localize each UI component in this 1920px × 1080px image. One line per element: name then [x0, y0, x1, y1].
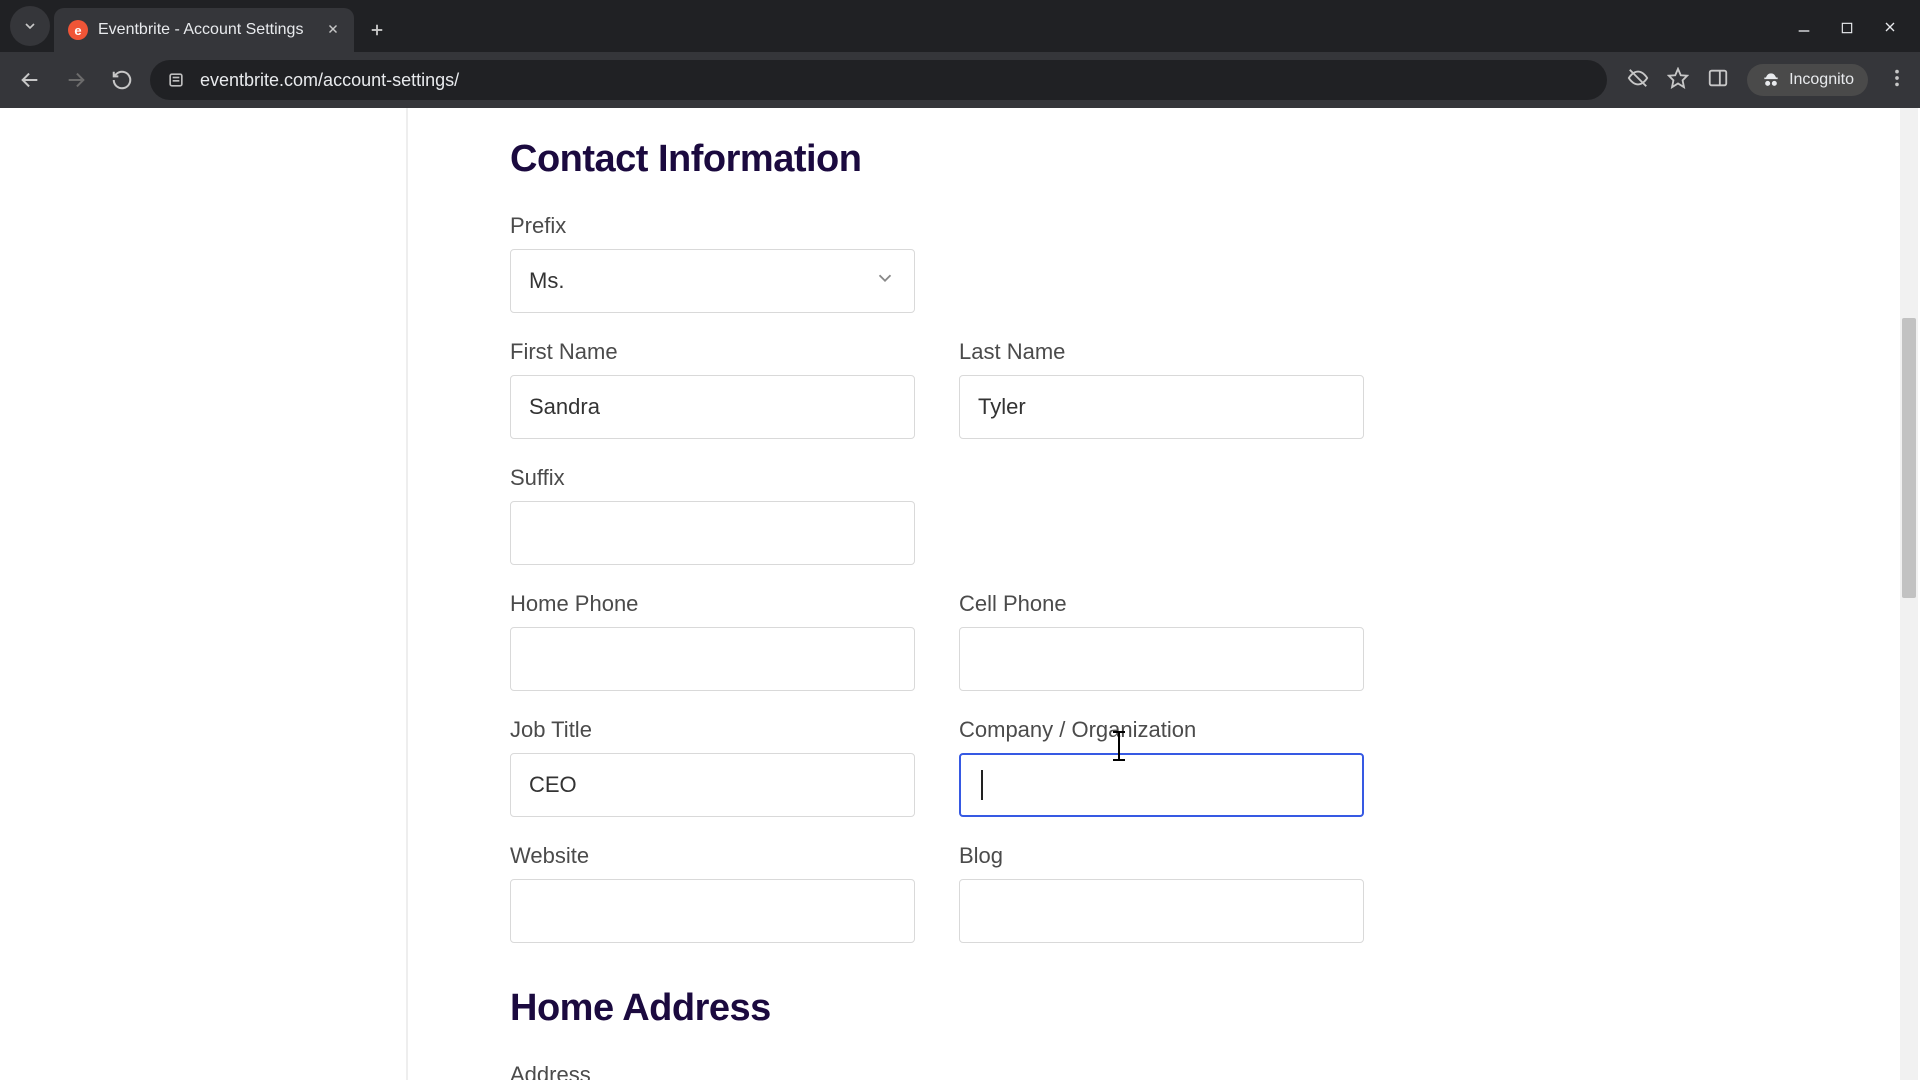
field-job-title: Job Title	[510, 703, 915, 817]
home-phone-input[interactable]	[510, 627, 915, 691]
blog-input[interactable]	[959, 879, 1364, 943]
arrow-right-icon	[65, 69, 87, 91]
toolbar-right: Incognito	[1617, 64, 1908, 96]
content: Contact Information Prefix Ms.	[510, 118, 1510, 1080]
page: Contact Information Prefix Ms.	[0, 108, 1920, 1080]
section-heading-address: Home Address	[510, 987, 1510, 1030]
tab-search-button[interactable]	[10, 6, 50, 46]
close-window-button[interactable]	[1882, 19, 1898, 40]
browser-tab[interactable]: e Eventbrite - Account Settings	[54, 8, 354, 52]
close-icon	[1882, 19, 1898, 35]
field-cell-phone: Cell Phone	[959, 577, 1364, 691]
label-website: Website	[510, 843, 915, 869]
last-name-input[interactable]	[959, 375, 1364, 439]
maximize-button[interactable]	[1840, 19, 1854, 40]
chevron-down-icon	[22, 18, 38, 34]
text-caret	[981, 770, 983, 800]
first-name-input[interactable]	[510, 375, 915, 439]
minimize-button[interactable]	[1796, 19, 1812, 40]
tracking-off-icon[interactable]	[1627, 67, 1649, 94]
address-bar: eventbrite.com/account-settings/ Incogni…	[0, 52, 1920, 108]
close-icon	[326, 22, 340, 36]
sidebar-rail	[0, 108, 408, 1080]
side-panel-button[interactable]	[1707, 67, 1729, 94]
page-viewport: Contact Information Prefix Ms.	[0, 108, 1920, 1080]
new-tab-button[interactable]	[354, 8, 400, 52]
chevron-down-icon	[874, 267, 896, 295]
prefix-value: Ms.	[529, 268, 564, 294]
maximize-icon	[1840, 21, 1854, 35]
kebab-icon	[1886, 67, 1908, 89]
incognito-indicator[interactable]: Incognito	[1747, 64, 1868, 96]
tab-title: Eventbrite - Account Settings	[98, 21, 303, 39]
eventbrite-favicon-icon: e	[68, 20, 88, 40]
reload-button[interactable]	[104, 62, 140, 98]
forward-button[interactable]	[58, 62, 94, 98]
label-company: Company / Organization	[959, 717, 1364, 743]
label-address: Address	[510, 1062, 1364, 1080]
vertical-scrollbar[interactable]	[1900, 108, 1918, 1080]
job-title-input[interactable]	[510, 753, 915, 817]
url-text: eventbrite.com/account-settings/	[200, 70, 459, 91]
label-job-title: Job Title	[510, 717, 915, 743]
field-first-name: First Name	[510, 325, 915, 439]
prefix-select[interactable]: Ms.	[510, 249, 915, 313]
label-last-name: Last Name	[959, 339, 1364, 365]
incognito-label: Incognito	[1789, 71, 1854, 89]
text-cursor-icon	[1118, 733, 1120, 759]
panel-icon	[1707, 67, 1729, 89]
incognito-icon	[1761, 70, 1781, 90]
field-address: Address	[510, 1048, 1364, 1080]
reload-icon	[111, 69, 133, 91]
section-heading-contact: Contact Information	[510, 138, 1510, 181]
label-cell-phone: Cell Phone	[959, 591, 1364, 617]
browser-menu-button[interactable]	[1886, 67, 1908, 94]
browser-window: e Eventbrite - Account Settings	[0, 0, 1920, 1080]
field-blog: Blog	[959, 829, 1364, 943]
tab-bar: e Eventbrite - Account Settings	[0, 0, 1920, 52]
back-button[interactable]	[12, 62, 48, 98]
cell-phone-input[interactable]	[959, 627, 1364, 691]
company-input[interactable]	[959, 753, 1364, 817]
omnibox[interactable]: eventbrite.com/account-settings/	[150, 60, 1607, 100]
field-suffix: Suffix	[510, 451, 915, 565]
field-home-phone: Home Phone	[510, 577, 915, 691]
label-home-phone: Home Phone	[510, 591, 915, 617]
field-prefix: Prefix Ms.	[510, 199, 915, 313]
label-first-name: First Name	[510, 339, 915, 365]
arrow-left-icon	[19, 69, 41, 91]
minimize-icon	[1796, 19, 1812, 35]
scrollbar-thumb[interactable]	[1902, 318, 1916, 598]
field-website: Website	[510, 829, 915, 943]
bookmark-button[interactable]	[1667, 67, 1689, 94]
site-settings-icon	[166, 70, 186, 90]
field-company: Company / Organization	[959, 703, 1364, 817]
plus-icon	[368, 21, 386, 39]
window-controls	[1796, 19, 1920, 52]
website-input[interactable]	[510, 879, 915, 943]
label-blog: Blog	[959, 843, 1364, 869]
label-suffix: Suffix	[510, 465, 915, 491]
star-icon	[1667, 67, 1689, 89]
suffix-input[interactable]	[510, 501, 915, 565]
label-prefix: Prefix	[510, 213, 915, 239]
close-tab-button[interactable]	[326, 20, 340, 41]
field-last-name: Last Name	[959, 325, 1364, 439]
